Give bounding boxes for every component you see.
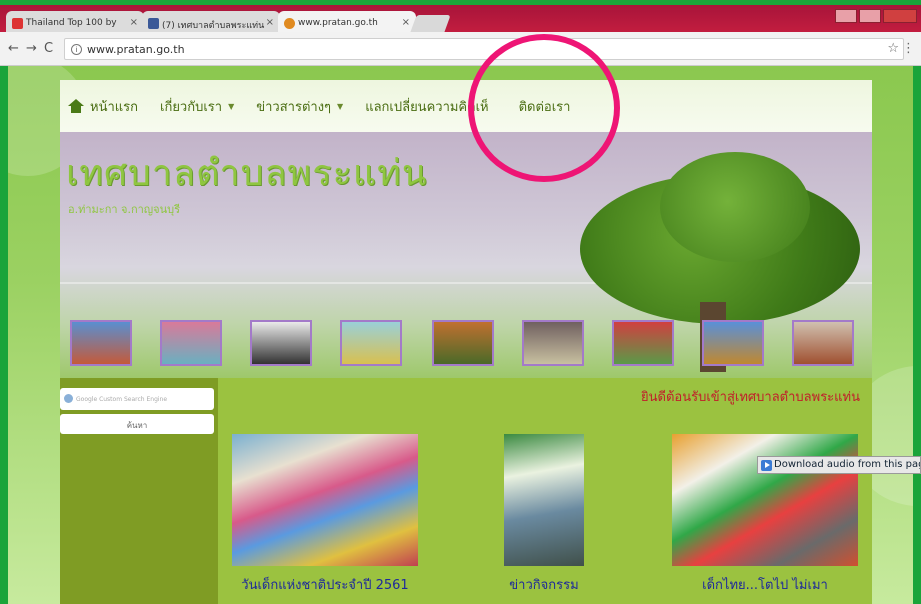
sidebar: Google Custom Search Engine ค้นหา xyxy=(60,378,218,604)
site-title: เทศบาลตำบลพระแท่น xyxy=(66,153,428,194)
url-text: www.pratan.go.th xyxy=(87,43,185,56)
url-input[interactable]: i www.pratan.go.th xyxy=(64,38,904,60)
news-card-image[interactable] xyxy=(672,434,858,566)
news-card-caption[interactable]: วันเด็กแห่งชาติประจำปี 2561 xyxy=(232,574,418,595)
search-placeholder: Google Custom Search Engine xyxy=(76,396,168,403)
photo-thumbnail[interactable] xyxy=(702,320,764,366)
play-icon xyxy=(761,460,772,471)
site-favicon-icon xyxy=(284,18,295,29)
news-card-caption[interactable]: เด็กไทย...โตไป ไม่เมา xyxy=(672,574,858,595)
window-controls xyxy=(835,9,917,23)
close-tab-icon[interactable]: × xyxy=(130,17,138,28)
close-tab-icon[interactable]: × xyxy=(266,17,274,28)
welcome-heading: ยินดีต้อนรับเข้าสู่เทศบาลตำบลพระแท่น xyxy=(641,390,860,405)
nav-label: เกี่ยวกับเรา xyxy=(160,99,223,115)
main-navigation: หน้าแรก เกี่ยวกับเรา ▼ ข่าวสารต่างๆ ▼ แล… xyxy=(60,80,872,132)
download-audio-label: Download audio from this page xyxy=(774,459,921,470)
home-icon xyxy=(68,99,84,113)
nav-news[interactable]: ข่าวสารต่างๆ ▼ xyxy=(256,96,343,117)
chevron-down-icon: ▼ xyxy=(228,101,235,111)
nav-about[interactable]: เกี่ยวกับเรา ▼ xyxy=(160,96,234,117)
nav-home[interactable]: หน้าแรก xyxy=(68,96,138,117)
photo-thumbnail[interactable] xyxy=(250,320,312,366)
web-page: หน้าแรก เกี่ยวกับเรา ▼ ข่าวสารต่างๆ ▼ แล… xyxy=(8,66,913,604)
tab-title: (7) เทศบาลตำบลพระแท่น xyxy=(162,21,265,31)
download-audio-button[interactable]: Download audio from this page xyxy=(757,456,921,474)
site-container: หน้าแรก เกี่ยวกับเรา ▼ ข่าวสารต่างๆ ▼ แล… xyxy=(60,80,872,604)
close-tab-icon[interactable]: × xyxy=(402,17,410,28)
bookmark-star-icon[interactable]: ☆ xyxy=(887,41,899,56)
tab-title: www.pratan.go.th xyxy=(298,18,378,28)
browser-tab-strip: Thailand Top 100 by × (7) เทศบาลตำบลพระแ… xyxy=(0,0,921,37)
photo-thumbnail[interactable] xyxy=(432,320,494,366)
annotation-circle xyxy=(468,34,620,182)
nav-label: หน้าแรก xyxy=(90,99,138,115)
photo-thumbnail[interactable] xyxy=(160,320,222,366)
photo-thumbnail[interactable] xyxy=(792,320,854,366)
header-banner: เทศบาลตำบลพระแท่น อ.ท่ามะกา จ.กาญจนบุรี xyxy=(60,132,872,378)
main-content: ยินดีต้อนรับเข้าสู่เทศบาลตำบลพระแท่น วัน… xyxy=(218,378,872,604)
news-card-caption[interactable]: ข่าวกิจกรรม xyxy=(486,574,602,595)
facebook-favicon-icon xyxy=(148,18,159,29)
minimize-icon[interactable] xyxy=(835,9,857,23)
site-subtitle: อ.ท่ามะกา จ.กาญจนบุรี xyxy=(68,203,181,216)
site-favicon-icon xyxy=(12,18,23,29)
news-card-image[interactable] xyxy=(232,434,418,566)
photo-thumbnail[interactable] xyxy=(612,320,674,366)
search-input[interactable]: Google Custom Search Engine xyxy=(60,388,214,410)
google-icon xyxy=(64,394,73,403)
back-arrow-icon[interactable]: ← xyxy=(8,41,19,56)
photo-thumbnail[interactable] xyxy=(340,320,402,366)
nav-label: ข่าวสารต่างๆ xyxy=(256,99,332,115)
forward-arrow-icon[interactable]: → xyxy=(26,41,37,56)
photo-thumbnail[interactable] xyxy=(522,320,584,366)
menu-icon[interactable]: ⋮ xyxy=(902,41,915,56)
address-bar-row: ← → C i www.pratan.go.th ☆ ⋮ xyxy=(0,32,921,66)
photo-thumbnail[interactable] xyxy=(70,320,132,366)
chevron-down-icon: ▼ xyxy=(337,101,344,111)
maximize-icon[interactable] xyxy=(859,9,881,23)
close-window-icon[interactable] xyxy=(883,9,917,23)
reload-icon[interactable]: C xyxy=(44,41,53,56)
tab-title: Thailand Top 100 by xyxy=(26,18,117,28)
search-button[interactable]: ค้นหา xyxy=(60,414,214,434)
tree-illustration xyxy=(660,152,810,262)
photo-strip xyxy=(70,320,870,372)
info-icon[interactable]: i xyxy=(71,44,82,55)
news-card-image[interactable] xyxy=(504,434,584,566)
